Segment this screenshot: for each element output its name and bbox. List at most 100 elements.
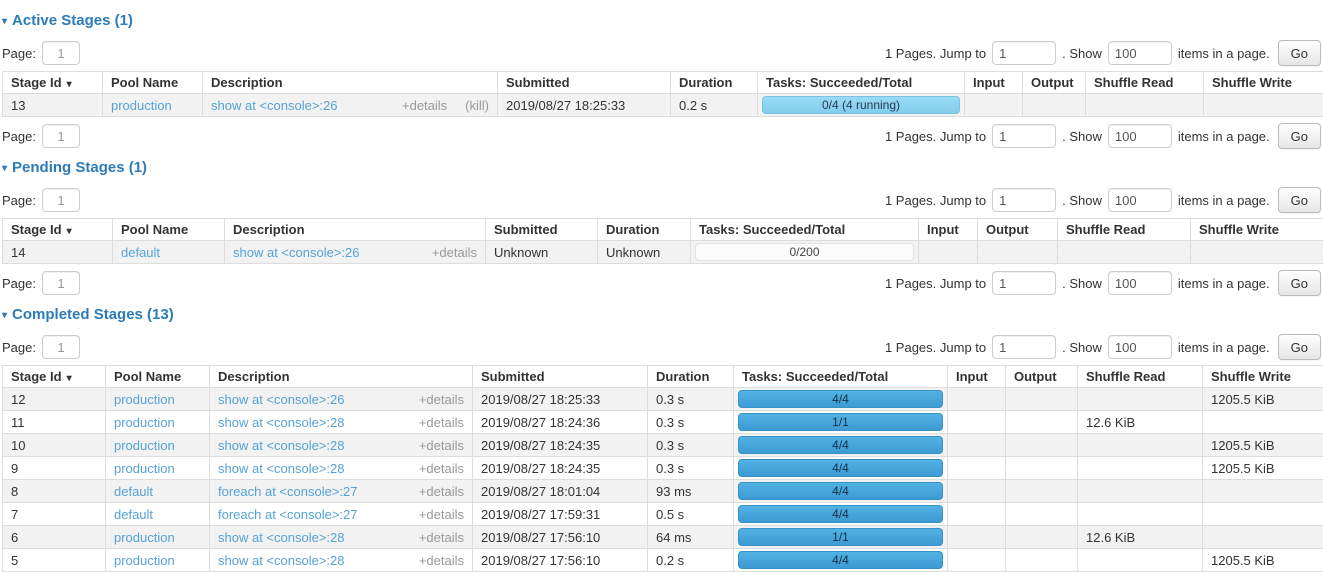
column-header-duration[interactable]: Duration bbox=[648, 366, 734, 388]
page-number-input[interactable] bbox=[42, 335, 80, 359]
pool-name-link[interactable]: default bbox=[114, 484, 153, 499]
description-link[interactable]: show at <console>:26 bbox=[233, 245, 359, 260]
description-link[interactable]: show at <console>:28 bbox=[218, 415, 344, 430]
go-button[interactable]: Go bbox=[1278, 40, 1321, 66]
column-header-pool-name[interactable]: Pool Name bbox=[106, 366, 210, 388]
collapse-arrow-icon: ▾ bbox=[2, 163, 7, 174]
column-header-stage-id[interactable]: Stage Id▾ bbox=[3, 219, 113, 241]
column-header-output[interactable]: Output bbox=[1023, 72, 1086, 94]
jump-to-page-input[interactable] bbox=[992, 271, 1056, 295]
column-header-input[interactable]: Input bbox=[948, 366, 1006, 388]
column-header-input[interactable]: Input bbox=[965, 72, 1023, 94]
column-header-pool-name[interactable]: Pool Name bbox=[103, 72, 203, 94]
tasks-progress-bar: 4/4 bbox=[738, 459, 943, 477]
jump-to-page-input[interactable] bbox=[992, 335, 1056, 359]
pagination-bar: Page: 1 Pages. Jump to . Show items in a… bbox=[2, 40, 1321, 66]
description-link[interactable]: foreach at <console>:27 bbox=[218, 507, 358, 522]
jump-to-page-input[interactable] bbox=[992, 124, 1056, 148]
output-cell bbox=[1006, 434, 1078, 457]
column-header-submitted[interactable]: Submitted bbox=[473, 366, 648, 388]
jump-to-page-input[interactable] bbox=[992, 188, 1056, 212]
description-link[interactable]: show at <console>:28 bbox=[218, 438, 344, 453]
column-header-shuffle-write[interactable]: Shuffle Write bbox=[1204, 72, 1323, 94]
stage-row: 9productionshow at <console>:28+details2… bbox=[3, 457, 1323, 480]
details-link[interactable]: +details bbox=[419, 484, 464, 499]
details-link[interactable]: +details bbox=[419, 530, 464, 545]
section-header-pending-stages[interactable]: ▾Pending Stages (1) bbox=[2, 159, 1321, 176]
page-number-input[interactable] bbox=[42, 271, 80, 295]
description-cell: show at <console>:26 +details bbox=[225, 241, 486, 264]
section-header-active-stages[interactable]: ▾Active Stages (1) bbox=[2, 12, 1321, 29]
page-number-input[interactable] bbox=[42, 124, 80, 148]
items-per-page-input[interactable] bbox=[1108, 124, 1172, 148]
pool-name-link[interactable]: production bbox=[114, 553, 175, 568]
details-link[interactable]: +details bbox=[419, 438, 464, 453]
pool-name-link[interactable]: production bbox=[111, 98, 172, 113]
details-link[interactable]: +details bbox=[419, 392, 464, 407]
column-header-description[interactable]: Description bbox=[225, 219, 486, 241]
details-link[interactable]: +details bbox=[402, 98, 447, 113]
pool-name-link[interactable]: production bbox=[114, 530, 175, 545]
details-link[interactable]: +details bbox=[419, 507, 464, 522]
details-link[interactable]: +details bbox=[419, 415, 464, 430]
column-header-tasks-succeeded-total[interactable]: Tasks: Succeeded/Total bbox=[734, 366, 948, 388]
description-link[interactable]: foreach at <console>:27 bbox=[218, 484, 358, 499]
tasks-cell: 1/1 bbox=[734, 411, 948, 434]
stage-id-cell: 10 bbox=[3, 434, 106, 457]
go-button[interactable]: Go bbox=[1278, 123, 1321, 149]
column-header-shuffle-read[interactable]: Shuffle Read bbox=[1058, 219, 1191, 241]
column-header-output[interactable]: Output bbox=[1006, 366, 1078, 388]
jump-to-page-input[interactable] bbox=[992, 41, 1056, 65]
column-header-shuffle-write[interactable]: Shuffle Write bbox=[1191, 219, 1323, 241]
description-actions: +details bbox=[419, 415, 464, 430]
pool-name-link[interactable]: production bbox=[114, 415, 175, 430]
tasks-progress-bar: 1/1 bbox=[738, 528, 943, 546]
pool-name-link[interactable]: production bbox=[114, 438, 175, 453]
stage-row: 14defaultshow at <console>:26+detailsUnk… bbox=[3, 241, 1323, 264]
items-per-page-input[interactable] bbox=[1108, 271, 1172, 295]
page-number-input[interactable] bbox=[42, 41, 80, 65]
go-button[interactable]: Go bbox=[1278, 334, 1321, 360]
description-wrap: show at <console>:26 +details bbox=[218, 392, 464, 407]
description-link[interactable]: show at <console>:26 bbox=[211, 98, 337, 113]
pool-name-link[interactable]: production bbox=[114, 461, 175, 476]
column-header-description[interactable]: Description bbox=[203, 72, 498, 94]
kill-link[interactable]: (kill) bbox=[465, 98, 489, 113]
column-header-tasks-succeeded-total[interactable]: Tasks: Succeeded/Total bbox=[691, 219, 919, 241]
items-per-page-input[interactable] bbox=[1108, 188, 1172, 212]
column-header-submitted[interactable]: Submitted bbox=[486, 219, 598, 241]
description-link[interactable]: show at <console>:28 bbox=[218, 461, 344, 476]
page-number-input[interactable] bbox=[42, 188, 80, 212]
column-header-stage-id[interactable]: Stage Id▾ bbox=[3, 366, 106, 388]
column-header-duration[interactable]: Duration bbox=[598, 219, 691, 241]
output-cell bbox=[1006, 480, 1078, 503]
column-header-pool-name[interactable]: Pool Name bbox=[113, 219, 225, 241]
column-header-stage-id[interactable]: Stage Id▾ bbox=[3, 72, 103, 94]
go-button[interactable]: Go bbox=[1278, 187, 1321, 213]
column-header-description[interactable]: Description bbox=[210, 366, 473, 388]
description-link[interactable]: show at <console>:26 bbox=[218, 392, 344, 407]
column-header-duration[interactable]: Duration bbox=[671, 72, 758, 94]
pool-name-link[interactable]: default bbox=[114, 507, 153, 522]
details-link[interactable]: +details bbox=[419, 553, 464, 568]
description-wrap: foreach at <console>:27 +details bbox=[218, 484, 464, 499]
items-per-page-input[interactable] bbox=[1108, 335, 1172, 359]
column-header-shuffle-read[interactable]: Shuffle Read bbox=[1078, 366, 1203, 388]
section-header-completed-stages[interactable]: ▾Completed Stages (13) bbox=[2, 306, 1321, 323]
description-link[interactable]: show at <console>:28 bbox=[218, 530, 344, 545]
details-link[interactable]: +details bbox=[432, 245, 477, 260]
column-header-shuffle-read[interactable]: Shuffle Read bbox=[1086, 72, 1204, 94]
go-button[interactable]: Go bbox=[1278, 270, 1321, 296]
column-header-tasks-succeeded-total[interactable]: Tasks: Succeeded/Total bbox=[758, 72, 965, 94]
output-cell bbox=[1006, 388, 1078, 411]
description-link[interactable]: show at <console>:28 bbox=[218, 553, 344, 568]
column-header-output[interactable]: Output bbox=[978, 219, 1058, 241]
details-link[interactable]: +details bbox=[419, 461, 464, 476]
items-per-page-input[interactable] bbox=[1108, 41, 1172, 65]
column-header-shuffle-write[interactable]: Shuffle Write bbox=[1203, 366, 1323, 388]
column-header-input[interactable]: Input bbox=[919, 219, 978, 241]
pool-name-link[interactable]: default bbox=[121, 245, 160, 260]
input-cell bbox=[948, 434, 1006, 457]
column-header-submitted[interactable]: Submitted bbox=[498, 72, 671, 94]
pool-name-link[interactable]: production bbox=[114, 392, 175, 407]
